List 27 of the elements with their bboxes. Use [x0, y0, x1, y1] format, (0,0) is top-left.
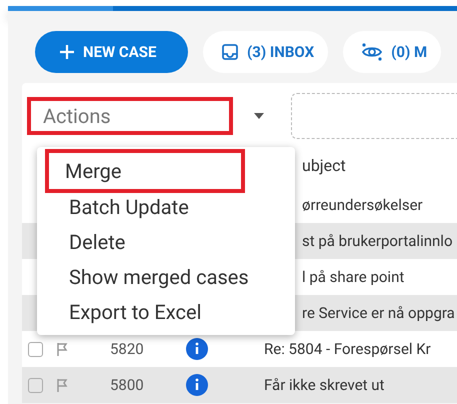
case-number: 5800	[110, 376, 144, 394]
menu-item[interactable]: Merge	[45, 149, 245, 193]
actions-dropdown[interactable]: Actions	[27, 97, 233, 135]
inbox-icon	[221, 43, 239, 61]
new-case-button[interactable]: NEW CASE	[35, 31, 188, 73]
info-icon	[186, 374, 208, 396]
subject-cell: Re: 5804 - Forespørsel Kr	[264, 340, 431, 358]
subject-cell: Får ikke skrevet ut	[264, 376, 384, 394]
menu-item[interactable]: Delete	[45, 224, 245, 259]
row-checkbox[interactable]	[28, 378, 43, 392]
filter-button[interactable]: (3) INBOX	[203, 31, 328, 73]
eye-icon	[361, 43, 384, 61]
subject-cell: st på brukerportalinnlo	[302, 232, 452, 250]
column-header[interactable]: ubject	[302, 156, 346, 174]
flag-icon[interactable]	[56, 342, 68, 356]
flag-icon[interactable]	[56, 378, 68, 392]
menu-item[interactable]: Export to Excel	[45, 294, 245, 329]
case-number: 5820	[110, 340, 144, 358]
info-icon	[186, 338, 208, 360]
table-row[interactable]: 5820 Re: 5804 - Forespørsel Kr	[22, 331, 457, 367]
filter-button[interactable]: (0) M	[343, 31, 442, 73]
subject-cell: re Service er nå oppgra	[302, 304, 455, 322]
table-row[interactable]: 5800 Får ikke skrevet ut	[22, 367, 457, 403]
plus-icon	[59, 44, 75, 60]
caret-icon[interactable]	[254, 113, 264, 119]
search-field[interactable]	[291, 93, 457, 139]
row-checkbox[interactable]	[28, 342, 43, 356]
